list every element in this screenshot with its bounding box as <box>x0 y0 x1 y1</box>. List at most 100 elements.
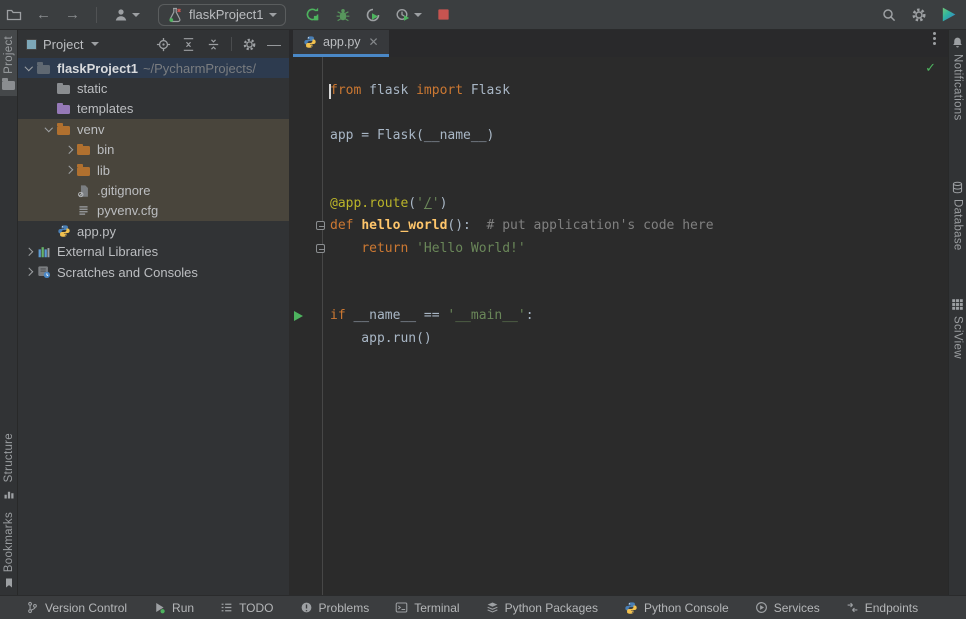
folder-orange-icon <box>76 144 91 155</box>
ide-logo-icon[interactable] <box>941 7 956 22</box>
strip-label: Notifications <box>952 54 964 121</box>
status-bar: Version Control Run TODO Problems Terminal Py… <box>0 595 966 619</box>
code-token: app.run() <box>330 331 432 346</box>
sidebar-item-project[interactable]: Project <box>0 30 17 96</box>
chevron-down-icon <box>414 13 422 17</box>
text-caret <box>329 84 331 99</box>
statusbar-item-services[interactable]: Services <box>755 601 820 615</box>
statusbar-item-python-packages[interactable]: Python Packages <box>486 601 598 615</box>
tree-item-external-libraries[interactable]: External Libraries <box>18 242 289 262</box>
back-arrow-icon[interactable]: ← <box>36 7 51 22</box>
open-project-icon[interactable] <box>6 7 22 23</box>
statusbar-item-label: Terminal <box>414 601 459 615</box>
close-icon[interactable]: ✕ <box>369 35 379 49</box>
tab-app-py[interactable]: app.py ✕ <box>293 30 389 57</box>
folder-orange-icon <box>56 124 71 135</box>
services-icon <box>755 601 768 614</box>
tree-chevron-right-icon[interactable] <box>62 147 76 153</box>
editor-area: app.py ✕ from flask import Flaskapp = Fl… <box>289 30 948 595</box>
strip-label: Database <box>952 199 964 251</box>
settings-icon[interactable] <box>242 37 257 52</box>
tree-item-static[interactable]: static <box>18 78 289 98</box>
code-token: : <box>526 308 534 323</box>
run-play-icon <box>153 601 166 614</box>
tree-item-label: venv <box>77 122 104 137</box>
user-profile-icon[interactable] <box>113 7 140 23</box>
database-icon <box>951 181 964 194</box>
tree-item-label: .gitignore <box>97 183 150 198</box>
stop-button[interactable] <box>436 7 451 22</box>
inspection-status-icon[interactable]: ✓ <box>925 61 936 76</box>
sidebar-item-structure[interactable]: Structure <box>0 427 17 505</box>
tree-item-venv[interactable]: venv <box>18 119 289 139</box>
code-line-9 <box>289 260 948 283</box>
code-token: ' <box>416 196 424 211</box>
code-token: from <box>330 83 361 98</box>
code-editor[interactable]: from flask import Flaskapp = Flask(__nam… <box>289 57 948 595</box>
search-icon[interactable] <box>881 7 897 23</box>
code-line-10 <box>289 283 948 306</box>
todo-list-icon <box>220 601 233 614</box>
toolbar-separator <box>96 7 97 23</box>
tree-item-lib[interactable]: lib <box>18 160 289 180</box>
chevron-down-icon[interactable] <box>91 42 99 46</box>
run-config-selector[interactable]: flaskProject1 <box>158 4 286 26</box>
tree-item-label: External Libraries <box>57 244 158 259</box>
project-tree: flaskProject1~/PycharmProjects/statictem… <box>18 58 289 595</box>
tree-item-pyvenv-cfg[interactable]: pyvenv.cfg <box>18 201 289 221</box>
collapse-all-icon[interactable] <box>206 37 221 52</box>
tree-item-app-py[interactable]: app.py <box>18 221 289 241</box>
statusbar-item-version-control[interactable]: Version Control <box>26 601 127 615</box>
python-file-icon <box>303 35 317 49</box>
statusbar-item-endpoints[interactable]: Endpoints <box>846 601 918 615</box>
folder-root-icon <box>36 63 51 74</box>
tree-item-flaskproject1[interactable]: flaskProject1~/PycharmProjects/ <box>18 58 289 78</box>
fold-end-icon[interactable] <box>316 244 325 253</box>
fold-start-icon[interactable] <box>316 221 325 230</box>
code-token: # put application's code here <box>471 218 714 233</box>
tree-item-templates[interactable]: templates <box>18 99 289 119</box>
terminal-icon <box>395 601 408 614</box>
tree-item-bin[interactable]: bin <box>18 140 289 160</box>
sciview-icon <box>951 298 964 311</box>
rerun-button[interactable] <box>304 6 321 23</box>
structure-icon <box>3 488 15 500</box>
statusbar-item-problems[interactable]: Problems <box>300 601 370 615</box>
code-token: @app.route <box>330 196 408 211</box>
statusbar-item-label: Endpoints <box>865 601 918 615</box>
code-line-6: @app.route('/') <box>289 193 948 216</box>
run-line-icon[interactable] <box>294 311 303 321</box>
code-token: / <box>424 196 432 211</box>
settings-gear-icon[interactable] <box>911 7 927 23</box>
sidebar-item-notifications[interactable]: Notifications <box>949 30 966 127</box>
sidebar-item-bookmarks[interactable]: Bookmarks <box>0 506 17 595</box>
tree-item-label: app.py <box>77 224 116 239</box>
hide-icon[interactable]: — <box>267 37 281 51</box>
sidebar-item-database[interactable]: Database <box>949 175 966 257</box>
tree-chevron-right-icon[interactable] <box>22 269 36 275</box>
tree-chevron-down-icon[interactable] <box>42 128 56 131</box>
more-options-icon[interactable] <box>933 37 936 40</box>
tree-chevron-right-icon[interactable] <box>22 249 36 255</box>
tree-chevron-down-icon[interactable] <box>22 67 36 70</box>
profiler-button[interactable] <box>395 7 422 23</box>
tab-label: app.py <box>323 35 361 49</box>
debug-button[interactable] <box>335 7 351 23</box>
scratches-icon <box>36 265 51 279</box>
statusbar-item-run[interactable]: Run <box>153 601 194 615</box>
expand-all-icon[interactable] <box>181 37 196 52</box>
run-with-coverage-button[interactable] <box>365 7 381 23</box>
tree-item-label: lib <box>97 163 110 178</box>
header-separator <box>231 37 232 51</box>
tree-chevron-right-icon[interactable] <box>62 167 76 173</box>
tree-item-scratches-and-consoles[interactable]: Scratches and Consoles <box>18 262 289 282</box>
statusbar-item-todo[interactable]: TODO <box>220 601 273 615</box>
statusbar-item-terminal[interactable]: Terminal <box>395 601 459 615</box>
sidebar-item-sciview[interactable]: SciView <box>949 292 966 365</box>
statusbar-item-python-console[interactable]: Python Console <box>624 601 729 615</box>
chevron-down-icon <box>132 13 140 17</box>
code-token: if <box>330 308 353 323</box>
tree-item-gitignore[interactable]: .gitignore <box>18 180 289 200</box>
locate-icon[interactable] <box>156 37 171 52</box>
forward-arrow-icon[interactable]: → <box>65 7 80 22</box>
